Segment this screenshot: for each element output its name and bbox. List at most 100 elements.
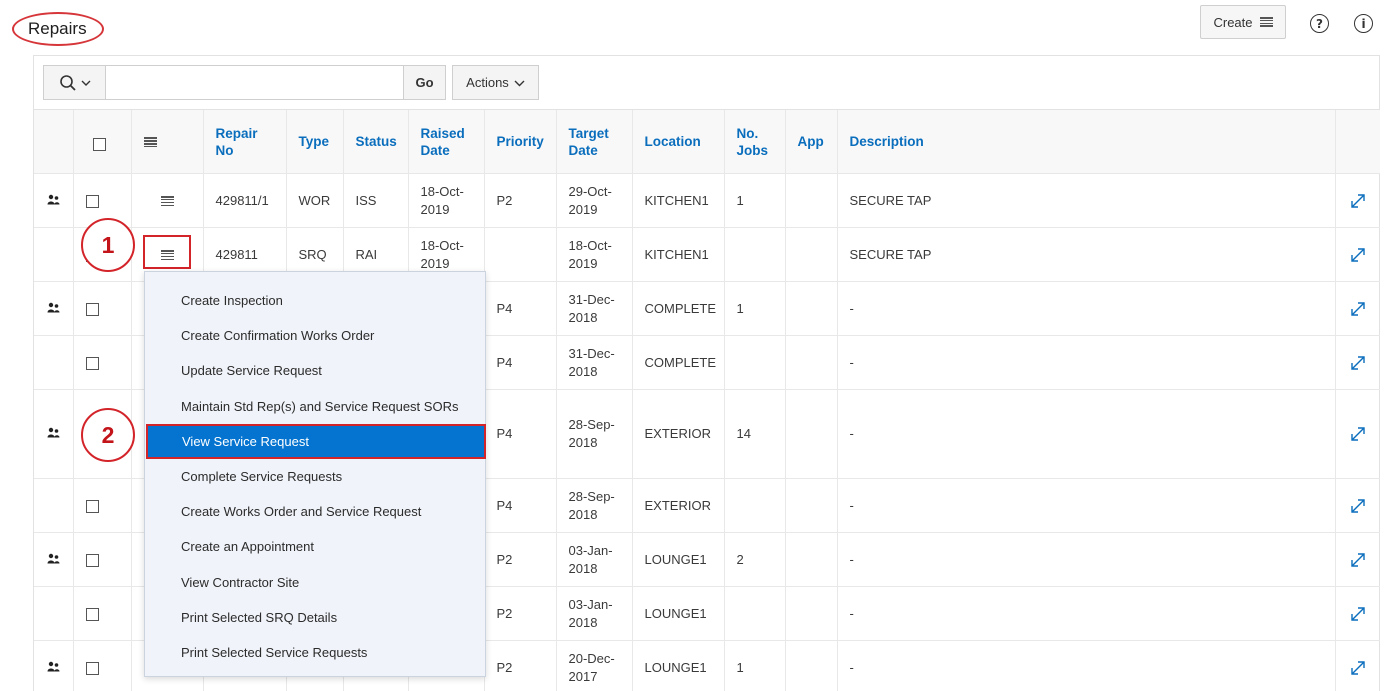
row-person-cell: [34, 389, 73, 479]
row-checkbox[interactable]: [85, 661, 99, 675]
contractor-icon: [47, 661, 60, 675]
cell-description: -: [836, 335, 1335, 390]
cell-target-date: 29-Oct-2019: [555, 173, 632, 228]
chevron-down-icon: [514, 80, 525, 86]
menu-item-create-an-appointment[interactable]: Create an Appointment: [145, 529, 485, 564]
menu-item-complete-service-requests[interactable]: Complete Service Requests: [145, 459, 485, 494]
row-select-cell: [72, 335, 131, 390]
menu-item-view-contractor-site[interactable]: View Contractor Site: [145, 565, 485, 600]
menu-item-maintain-std-rep-s-and-service-request-sors[interactable]: Maintain Std Rep(s) and Service Request …: [145, 389, 485, 424]
header-select-all[interactable]: [72, 109, 131, 174]
column-header-no-jobs[interactable]: No. Jobs: [723, 109, 785, 174]
row-checkbox[interactable]: [85, 553, 99, 567]
cell-priority: P2: [483, 532, 556, 587]
row-checkbox[interactable]: [85, 194, 99, 208]
info-icon[interactable]: i: [1354, 14, 1373, 33]
row-checkbox[interactable]: [85, 607, 99, 621]
row-menu-highlight: [143, 235, 191, 269]
cell-target-date: 28-Sep-2018: [555, 389, 632, 479]
cell-target-date: 20-Dec-2017: [555, 640, 632, 691]
select-all-checkbox[interactable]: [92, 138, 106, 151]
column-header-target-date[interactable]: Target Date: [555, 109, 632, 174]
row-person-cell: [34, 281, 73, 336]
column-header-repair-no[interactable]: Repair No: [202, 109, 286, 174]
menu-item-print-selected-service-requests[interactable]: Print Selected Service Requests: [145, 635, 485, 670]
cell-app: [784, 586, 837, 641]
report-toolbar: Go Actions: [43, 65, 539, 100]
cell-location: KITCHEN1: [631, 227, 724, 282]
row-select-cell: [72, 586, 131, 641]
expand-icon[interactable]: [1349, 246, 1367, 264]
cell-target-date: 31-Dec-2018: [555, 335, 632, 390]
cell-location: LOUNGE1: [631, 640, 724, 691]
column-header-type[interactable]: Type: [285, 109, 343, 174]
row-expand-cell: [1334, 389, 1380, 479]
menu-item-view-service-request[interactable]: View Service Request: [146, 423, 486, 459]
cell-location: LOUNGE1: [631, 532, 724, 587]
row-select-cell: [72, 281, 131, 336]
cell-app: [784, 389, 837, 479]
row-person-cell: [34, 532, 73, 587]
expand-icon[interactable]: [1349, 425, 1367, 443]
cell-target-date: 31-Dec-2018: [555, 281, 632, 336]
cell-app: [784, 640, 837, 691]
table-row[interactable]: 429811/1 WOR ISS 18-Oct-2019 P2 29-Oct-2019 KI…: [34, 173, 1380, 228]
menu-item-update-service-request[interactable]: Update Service Request: [145, 353, 485, 388]
cell-target-date: 28-Sep-2018: [555, 478, 632, 533]
expand-icon[interactable]: [1349, 354, 1367, 372]
row-person-cell: [34, 335, 73, 390]
header-person-col: [34, 109, 73, 174]
menu-item-create-confirmation-works-order[interactable]: Create Confirmation Works Order: [145, 318, 485, 353]
go-button[interactable]: Go: [404, 65, 446, 100]
cell-no-jobs: 14: [723, 389, 785, 479]
row-actions-menu-icon[interactable]: [160, 196, 174, 207]
column-header-priority[interactable]: Priority: [483, 109, 556, 174]
search-input[interactable]: [105, 65, 404, 100]
header-menu-col: [130, 109, 203, 174]
expand-icon[interactable]: [1349, 300, 1367, 318]
contractor-icon: [47, 553, 60, 567]
cell-description: SECURE TAP: [836, 227, 1335, 282]
cell-priority: P2: [483, 586, 556, 641]
cell-no-jobs: 1: [723, 640, 785, 691]
expand-icon[interactable]: [1349, 659, 1367, 677]
menu-icon: [143, 137, 157, 148]
row-expand-cell: [1334, 532, 1380, 587]
expand-icon[interactable]: [1349, 192, 1367, 210]
row-checkbox[interactable]: [85, 302, 99, 316]
row-person-cell: [34, 640, 73, 691]
cell-app: [784, 335, 837, 390]
expand-icon[interactable]: [1349, 605, 1367, 623]
cell-target-date: 03-Jan-2018: [555, 586, 632, 641]
create-button[interactable]: Create: [1200, 5, 1286, 39]
cell-app: [784, 532, 837, 587]
cell-location: LOUNGE1: [631, 586, 724, 641]
search-icon: [59, 74, 76, 91]
callout-marker-1: 1: [81, 218, 135, 272]
contractor-icon: [47, 427, 60, 441]
expand-icon[interactable]: [1349, 551, 1367, 569]
menu-item-create-works-order-and-service-request[interactable]: Create Works Order and Service Request: [145, 494, 485, 529]
cell-no-jobs: [723, 586, 785, 641]
row-checkbox[interactable]: [85, 356, 99, 370]
help-icon[interactable]: ?: [1310, 14, 1329, 33]
row-actions-menu: Create Inspection Create Confirmation Wor…: [144, 271, 486, 677]
cell-location: COMPLETE: [631, 335, 724, 390]
column-header-status[interactable]: Status: [342, 109, 408, 174]
column-header-description[interactable]: Description: [836, 109, 1335, 174]
row-person-cell: [34, 478, 73, 533]
row-checkbox[interactable]: [85, 499, 99, 513]
cell-type: WOR: [285, 173, 343, 228]
menu-item-print-selected-srq-details[interactable]: Print Selected SRQ Details: [145, 600, 485, 635]
cell-priority: P4: [483, 389, 556, 479]
expand-icon[interactable]: [1349, 497, 1367, 515]
header-expand-col: [1334, 109, 1380, 174]
cell-description: -: [836, 389, 1335, 479]
column-header-raised-date[interactable]: Raised Date: [407, 109, 484, 174]
search-column-selector[interactable]: [43, 65, 105, 100]
actions-button[interactable]: Actions: [452, 65, 539, 100]
column-header-app[interactable]: App: [784, 109, 837, 174]
contractor-icon: [47, 194, 60, 208]
menu-item-create-inspection[interactable]: Create Inspection: [145, 283, 485, 318]
column-header-location[interactable]: Location: [631, 109, 724, 174]
